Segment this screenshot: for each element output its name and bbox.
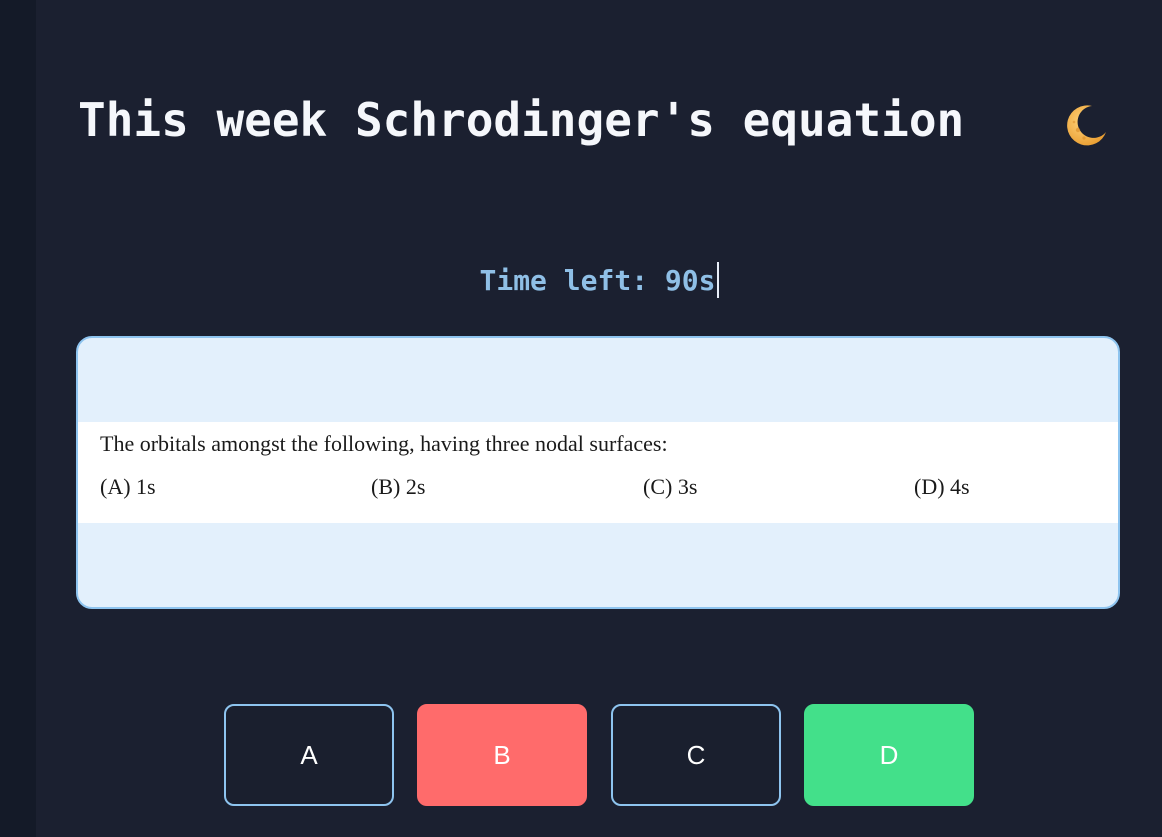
question-text: The orbitals amongst the following, havi… — [100, 431, 668, 456]
countdown-timer: Time left: 90s — [36, 262, 1162, 300]
title-row: This week Schrodinger's equation — [78, 88, 1138, 158]
page-title: This week Schrodinger's equation — [78, 93, 965, 147]
question-option-d: (D) 4s — [914, 474, 970, 499]
answer-button-d[interactable]: D — [804, 704, 974, 806]
question-option-a: (A) 1s — [100, 474, 156, 499]
question-option-c: (C) 3s — [643, 474, 698, 499]
question-image: The orbitals amongst the following, havi… — [78, 422, 1118, 523]
left-edge-strip — [0, 0, 36, 837]
timer-text: Time left: 90s — [479, 264, 716, 297]
question-option-b: (B) 2s — [371, 474, 426, 499]
text-caret — [716, 262, 719, 298]
answer-buttons: A B C D — [224, 704, 974, 806]
crescent-moon-icon — [1062, 100, 1110, 148]
answer-button-c[interactable]: C — [611, 704, 781, 806]
answer-button-b[interactable]: B — [417, 704, 587, 806]
answer-button-a[interactable]: A — [224, 704, 394, 806]
quiz-page: This week Schrodinger's equation Time le… — [36, 0, 1162, 837]
question-card: The orbitals amongst the following, havi… — [76, 336, 1120, 609]
